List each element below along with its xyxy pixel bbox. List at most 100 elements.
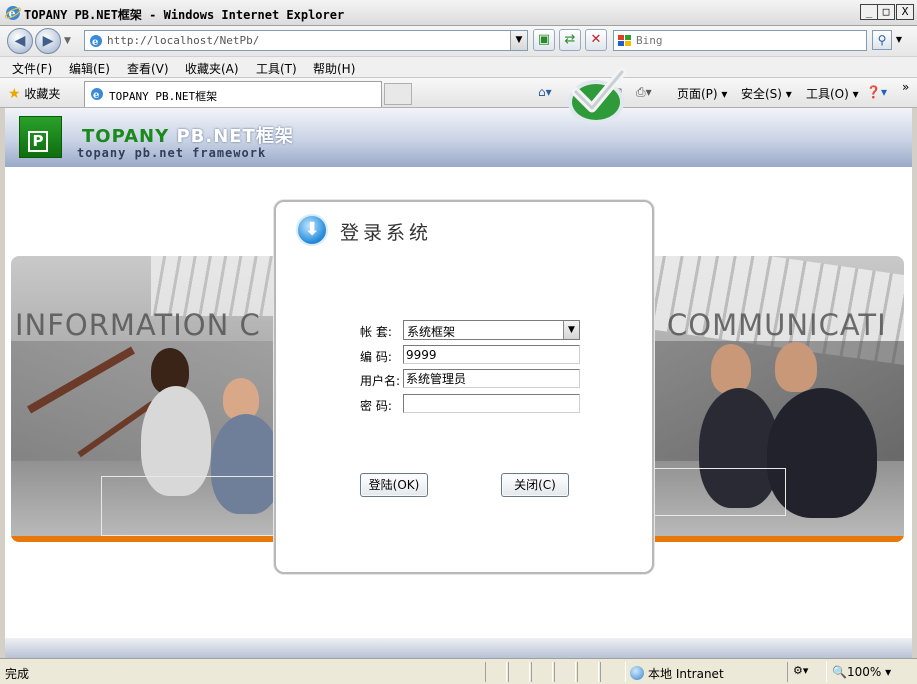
menu-edit[interactable]: 编辑(E) <box>69 60 110 77</box>
photo-word-left: INFORMATION C <box>15 308 261 342</box>
menu-favorites[interactable]: 收藏夹(A) <box>185 60 239 77</box>
svg-text:e: e <box>92 37 98 48</box>
menu-file[interactable]: 文件(F) <box>12 60 52 77</box>
photo-line-box <box>101 476 281 536</box>
header-banner: P TOPANY PB.NET框架 topany pb.net framewor… <box>5 108 912 167</box>
refresh-icon: ⇄ <box>564 32 576 47</box>
login-dialog: ⬇ 登录系统 帐 套: 系统框架 ▼ 编 码: 用户名: 密 码: 登陆(OK)… <box>274 200 654 574</box>
safety-menu-label: 安全(S) <box>741 87 782 101</box>
account-value: 系统框架 <box>407 325 456 339</box>
security-zone-label: 本地 Intranet <box>648 667 724 681</box>
status-cell <box>600 662 626 682</box>
home-icon[interactable]: ⌂▾ <box>538 85 552 99</box>
windows-flag-icon <box>618 35 631 46</box>
zoom-icon: 🔍 <box>832 665 847 679</box>
maximize-button[interactable]: □ <box>877 4 895 20</box>
svg-text:e: e <box>93 90 99 101</box>
zoom-control[interactable]: 🔍100% ▾ <box>832 665 891 679</box>
close-window-button[interactable]: X <box>896 4 914 20</box>
logo: P <box>19 116 62 158</box>
window-title: TOPANY PB.NET框架 - Windows Internet Explo… <box>24 8 345 22</box>
more-chevron-icon[interactable]: » <box>902 80 909 94</box>
help-icon[interactable]: ❓▾ <box>866 85 887 99</box>
favorites-bar: ★ 收藏夹 e TOPANY PB.NET框架 ⌂▾ ▨▾ ✉ ⎙▾ 页面(P)… <box>0 78 917 108</box>
menu-help[interactable]: 帮助(H) <box>313 60 355 77</box>
protected-mode-icon: ⚙▾ <box>793 664 809 677</box>
refresh-button[interactable]: ⇄ <box>559 29 581 51</box>
account-select[interactable]: 系统框架 ▼ <box>403 320 580 340</box>
search-options-icon[interactable]: ▼ <box>893 30 905 50</box>
status-cell <box>554 662 576 682</box>
brand-green: TOPANY <box>82 126 170 147</box>
password-input[interactable] <box>403 394 580 413</box>
tools-menu-label: 工具(O) <box>806 87 849 101</box>
status-cell <box>577 662 599 682</box>
favorites-button[interactable]: ★ 收藏夹 <box>8 85 60 102</box>
logo-letter: P <box>28 131 48 152</box>
globe-icon <box>630 666 644 680</box>
person-man3-head <box>775 342 817 392</box>
status-cell <box>531 662 553 682</box>
menu-view[interactable]: 查看(V) <box>127 60 169 77</box>
back-button[interactable]: ◀ <box>7 28 33 54</box>
browser-tab[interactable]: e TOPANY PB.NET框架 <box>84 81 382 107</box>
status-cell <box>485 662 507 682</box>
page-menu-label: 页面(P) <box>677 87 718 101</box>
ie-logo-icon: e <box>4 6 22 20</box>
safety-menu[interactable]: 安全(S) ▾ <box>741 85 792 102</box>
print-icon[interactable]: ⎙▾ <box>636 85 652 100</box>
username-input[interactable] <box>403 369 580 388</box>
page-content: P TOPANY PB.NET框架 topany pb.net framewor… <box>5 108 912 658</box>
password-label: 密 码: <box>360 399 392 413</box>
search-box[interactable] <box>613 30 867 51</box>
chevron-down-icon[interactable]: ▼ <box>563 321 579 339</box>
person-man2-head <box>711 344 751 394</box>
security-zone[interactable]: 本地 Intranet <box>630 665 724 682</box>
favorites-star-icon: ★ <box>8 86 21 102</box>
brand-white: PB.NET框架 <box>176 126 294 147</box>
compat-view-icon: ▣ <box>537 32 551 47</box>
photo-word-right: COMMUNICATI <box>667 308 887 342</box>
history-dropdown-icon[interactable]: ▼ <box>64 36 71 46</box>
url-dropdown-icon[interactable]: ▼ <box>510 31 527 50</box>
status-bar: 完成 本地 Intranet ⚙▾ 🔍100% ▾ <box>0 658 917 684</box>
search-button[interactable]: ⚲ <box>872 30 892 50</box>
forward-arrow-icon: ▶ <box>42 33 54 49</box>
brand-title: TOPANY PB.NET框架 <box>82 122 294 148</box>
protected-mode-cell[interactable]: ⚙▾ <box>787 662 827 682</box>
tools-menu[interactable]: 工具(O) ▾ <box>806 85 859 102</box>
code-input[interactable] <box>403 345 580 364</box>
stop-icon: ✕ <box>590 32 602 47</box>
menu-tools[interactable]: 工具(T) <box>256 60 297 77</box>
account-label: 帐 套: <box>360 325 392 339</box>
username-label: 用户名: <box>360 374 401 388</box>
photo-line-box <box>651 468 786 516</box>
page-ie-icon: e <box>90 35 102 48</box>
page-right-edge <box>912 108 917 658</box>
title-bar: e TOPANY PB.NET框架 - Windows Internet Exp… <box>0 0 917 26</box>
brand-subtitle: topany pb.net framework <box>77 146 267 160</box>
down-arrow-icon: ⬇ <box>296 214 328 246</box>
page-menu[interactable]: 页面(P) ▾ <box>677 85 727 102</box>
new-tab-button[interactable] <box>384 83 412 105</box>
search-input[interactable] <box>636 33 856 48</box>
forward-button[interactable]: ▶ <box>35 28 61 54</box>
tab-ie-icon: e <box>91 88 103 101</box>
compatibility-view-button[interactable]: ▣ <box>533 29 555 51</box>
favorites-label: 收藏夹 <box>24 87 61 101</box>
status-cell <box>508 662 530 682</box>
close-button[interactable]: 关闭(C) <box>501 473 569 497</box>
check-mark-icon <box>568 67 627 124</box>
login-button[interactable]: 登陆(OK) <box>360 473 428 497</box>
url-input[interactable] <box>107 33 507 48</box>
stop-button[interactable]: ✕ <box>585 29 607 51</box>
tab-title: TOPANY PB.NET框架 <box>109 90 218 103</box>
dialog-title: 登录系统 <box>340 222 433 244</box>
menu-bar: 文件(F) 编辑(E) 查看(V) 收藏夹(A) 工具(T) 帮助(H) <box>0 56 917 78</box>
status-text: 完成 <box>5 667 30 681</box>
zoom-label: 100% <box>846 665 882 679</box>
search-icon: ⚲ <box>877 33 887 47</box>
address-toolbar: ◀ ▶ ▼ e ▼ ▣ ⇄ ✕ ⚲ ▼ <box>0 26 917 56</box>
address-box[interactable]: e ▼ <box>84 30 528 51</box>
minimize-button[interactable]: _ <box>860 4 878 20</box>
